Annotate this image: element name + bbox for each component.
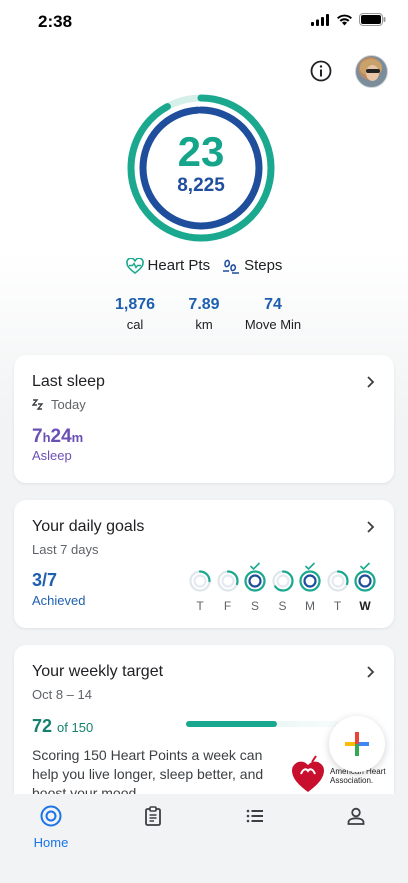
- browse-icon: [246, 809, 263, 823]
- check-icon: [241, 558, 269, 571]
- sleep-h-unit: h: [42, 430, 51, 445]
- goal-ring: [189, 570, 211, 592]
- sleep-hours: 7: [32, 426, 43, 447]
- target-value: 72 of 150: [32, 716, 93, 737]
- stat-calories: 1,876 cal: [95, 296, 175, 332]
- check-icon: [296, 558, 324, 571]
- goals-achieved-value: 3/7: [32, 570, 58, 590]
- check-placeholder: [324, 558, 352, 570]
- goals-achieved-label: Achieved: [32, 593, 86, 608]
- ring-legend: Heart Pts Steps: [0, 257, 408, 274]
- target-of-label: of 150: [57, 720, 94, 735]
- sleep-minutes: 24: [50, 426, 72, 447]
- heart-points-value: 23: [177, 128, 225, 175]
- goal-day: W: [351, 558, 379, 613]
- card-title: Last sleep: [32, 373, 105, 390]
- profile-avatar[interactable]: [355, 55, 388, 88]
- info-icon: [310, 60, 332, 82]
- info-button[interactable]: [309, 59, 333, 83]
- check-placeholder: [269, 558, 297, 570]
- goal-day-label: W: [359, 599, 371, 613]
- goal-day-label: M: [305, 599, 315, 613]
- check-icon: [351, 558, 379, 571]
- sleep-status: Asleep: [32, 448, 72, 463]
- legend-heart-points: Heart Pts: [125, 257, 211, 274]
- sleep-duration: 7h24m: [32, 426, 83, 448]
- nav-journal[interactable]: [123, 804, 183, 833]
- stat-label: km: [195, 317, 213, 332]
- legend-steps-label: Steps: [244, 257, 283, 274]
- chevron-right-icon: [367, 376, 375, 388]
- cellular-signal-icon: [311, 13, 329, 26]
- bottom-navigation: Home: [0, 794, 408, 883]
- nav-home[interactable]: Home: [21, 804, 81, 850]
- ring-values: 23 8,225: [126, 93, 276, 243]
- card-title: Your weekly target: [32, 663, 164, 680]
- goal-day-label: F: [223, 599, 232, 613]
- chevron-right-icon: [367, 521, 375, 533]
- profile-icon: [347, 807, 365, 825]
- google-fit-home-screen: 2:38 23 8,225 Heart Pts Steps 1,876 cal …: [0, 0, 408, 883]
- status-icons: [311, 13, 386, 26]
- card-subtitle: Today: [32, 397, 86, 412]
- card-subtitle: Last 7 days: [32, 542, 99, 557]
- goal-day-label: T: [333, 599, 342, 613]
- stat-value: 7.89: [188, 296, 220, 313]
- goal-ring: [299, 570, 321, 592]
- stat-value: 1,876: [114, 296, 156, 313]
- status-bar: 2:38: [0, 0, 408, 44]
- stat-move-minutes: 74 Move Min: [233, 296, 313, 332]
- add-icon: [345, 732, 369, 756]
- goal-day: T: [324, 558, 352, 613]
- goal-day: S: [269, 558, 297, 613]
- goal-ring: [216, 570, 239, 592]
- weekly-progress-fill: [186, 721, 278, 727]
- legend-heart-label: Heart Pts: [147, 257, 211, 274]
- check-placeholder: [214, 558, 242, 570]
- goal-ring: [271, 570, 294, 592]
- home-icon: [40, 805, 62, 827]
- goal-day: F: [214, 558, 242, 613]
- card-title: Your daily goals: [32, 518, 145, 535]
- nav-home-label: Home: [33, 835, 69, 850]
- status-time: 2:38: [38, 12, 73, 31]
- goal-day: T: [186, 558, 214, 613]
- goal-day: M: [296, 558, 324, 613]
- goal-day: S: [241, 558, 269, 613]
- heart-points-icon: [125, 257, 144, 274]
- goal-day-label: S: [250, 599, 259, 613]
- goal-day-label: T: [196, 599, 204, 613]
- goal-day-label: S: [278, 599, 287, 613]
- battery-icon: [359, 13, 386, 26]
- last-sleep-card[interactable]: Last sleep Today 7h24m Asleep: [14, 355, 394, 483]
- stat-value: 74: [264, 296, 282, 313]
- goal-ring: [326, 570, 349, 592]
- nav-profile[interactable]: [326, 804, 386, 833]
- wifi-icon: [337, 14, 352, 25]
- nav-browse[interactable]: [225, 804, 285, 833]
- card-subtitle: Oct 8 – 14: [32, 687, 92, 702]
- goal-ring: [244, 570, 266, 592]
- goal-ring: [354, 570, 376, 592]
- chevron-right-icon: [367, 666, 375, 678]
- sleep-date: Today: [51, 397, 86, 412]
- legend-steps: Steps: [222, 257, 282, 274]
- sleep-m-unit: m: [71, 430, 84, 445]
- steps-icon: [223, 259, 240, 274]
- sleep-icon: [32, 399, 44, 410]
- target-score: 72: [32, 716, 53, 736]
- add-activity-button[interactable]: [329, 716, 385, 772]
- stat-label: cal: [126, 317, 144, 332]
- stat-label: Move Min: [244, 317, 302, 332]
- stat-distance: 7.89 km: [164, 296, 244, 332]
- daily-goals-card[interactable]: Your daily goals Last 7 days 3/7 Achieve…: [14, 500, 394, 628]
- journal-icon: [145, 806, 161, 826]
- check-placeholder: [186, 558, 214, 570]
- steps-value: 8,225: [177, 175, 225, 196]
